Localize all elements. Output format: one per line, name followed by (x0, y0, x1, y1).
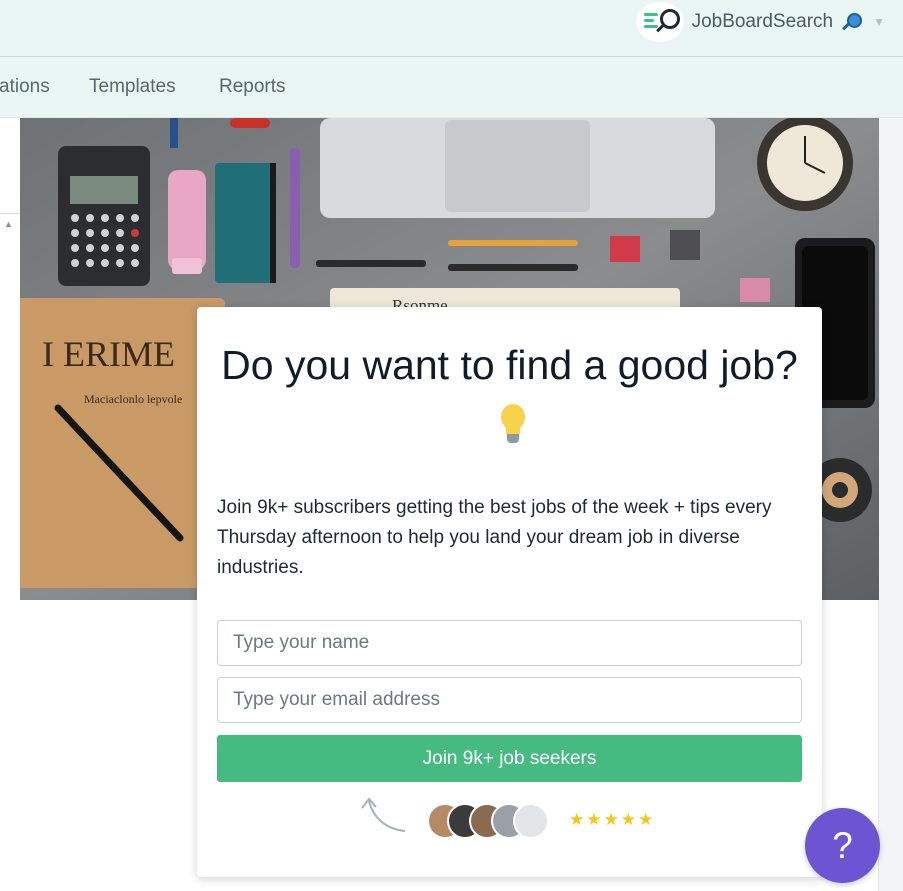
brand-name: JobBoardSearch (691, 11, 834, 32)
magnifying-glass-tilted-right-icon (841, 13, 863, 31)
curved-arrow-icon (361, 797, 406, 832)
email-input[interactable] (217, 677, 802, 723)
notebook-title: I ERIME (42, 334, 175, 374)
notebook: I ERIME Maciaclonlo lepvole (20, 298, 225, 588)
name-input[interactable] (217, 620, 802, 666)
alarm-clock (757, 118, 853, 211)
nav-item-reports[interactable]: Reports (219, 76, 286, 98)
subscriber-avatars (427, 803, 549, 839)
calculator (58, 146, 150, 286)
light-bulb-icon (499, 404, 527, 444)
divider (0, 213, 20, 214)
avatar (513, 803, 549, 839)
brand-menu[interactable]: JobBoardSearch ▼ (635, 2, 885, 42)
caret-down-icon[interactable]: ▼ (873, 15, 885, 29)
newsletter-signup-card: Do you want to find a good job? Join 9k+… (197, 307, 822, 877)
scroll-up-icon[interactable]: ▲ (4, 219, 13, 229)
signup-description: Join 9k+ subscribers getting the best jo… (217, 497, 772, 578)
rating-stars: ★★★★★ (569, 810, 656, 829)
main-nav: ations Templates Reports (0, 57, 903, 118)
join-button[interactable]: Join 9k+ job seekers (217, 735, 802, 782)
notebook-subtext: Maciaclonlo lepvole (84, 392, 182, 406)
social-proof: ★★★★★ (197, 793, 822, 853)
nav-item-applications[interactable]: ations (0, 76, 50, 98)
nav-item-templates[interactable]: Templates (89, 76, 176, 98)
help-button[interactable]: ? (805, 808, 880, 883)
magnifier-logo-icon (635, 2, 684, 42)
signup-headline: Do you want to find a good job? (221, 335, 798, 457)
left-sidebar-edge: ▲ (0, 118, 20, 891)
top-bar: JobBoardSearch ▼ (0, 0, 903, 57)
